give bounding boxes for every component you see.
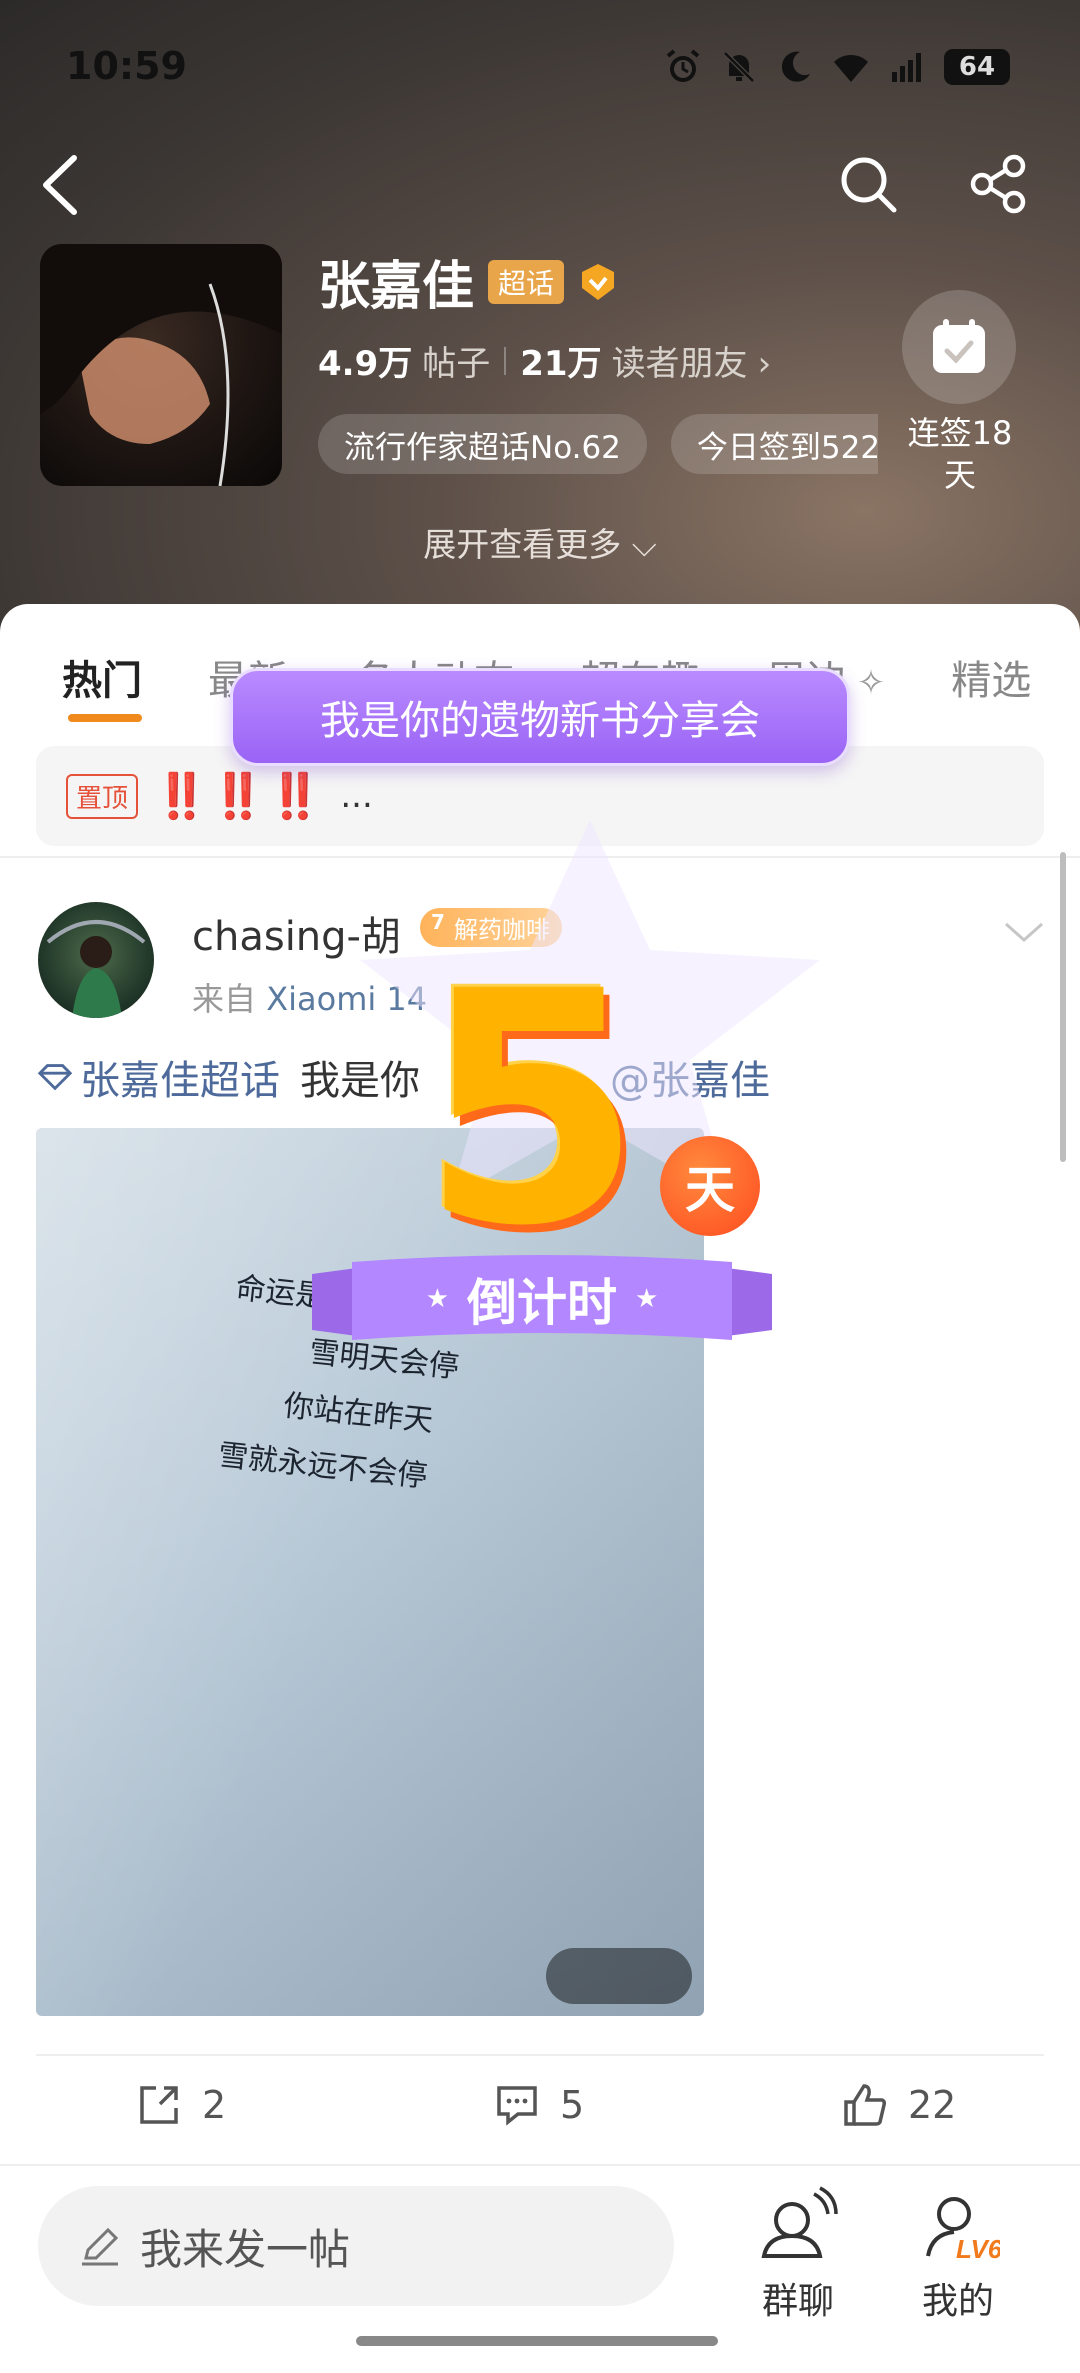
compose-placeholder: 我来发一帖 <box>140 2224 351 2274</box>
like-count: 22 <box>908 2083 957 2127</box>
stats-divider <box>504 347 507 375</box>
mine-button[interactable]: LV6 我的 <box>888 2184 1028 2324</box>
countdown-unit: 天 <box>660 1136 760 1236</box>
source-prefix: 来自 <box>192 980 257 1018</box>
tab-hot[interactable]: 热门 <box>62 648 142 728</box>
back-button[interactable] <box>36 150 86 220</box>
compose-input[interactable]: 我来发一帖 <box>38 2186 674 2306</box>
checkin-label[interactable]: 连签18天 <box>898 412 1022 496</box>
share-arrow-icon <box>140 2086 178 2124</box>
expand-more-button[interactable]: 展开查看更多 ⌵ <box>0 518 1080 566</box>
home-indicator <box>356 2336 718 2346</box>
post-actions: 2 5 22 <box>0 2082 1080 2152</box>
battery-indicator: 64 <box>944 49 1010 85</box>
page-title: 张嘉佳 <box>318 257 475 317</box>
ribbon-label: ★ 倒计时 ★ <box>312 1254 772 1344</box>
topic-link[interactable]: 张嘉佳超话 <box>36 1048 280 1106</box>
countdown-badge[interactable]: 5 天 ★ 倒计时 ★ <box>300 820 780 1360</box>
mine-label: 我的 <box>921 2281 994 2322</box>
pinned-ellipsis: ... <box>340 776 373 816</box>
level-badge: LV6 <box>956 2234 1000 2264</box>
supertopic-avatar[interactable] <box>40 244 282 486</box>
mute-bell-icon <box>720 48 758 86</box>
group-chat-icon <box>761 2186 838 2258</box>
like-button[interactable]: 22 <box>842 2082 956 2128</box>
diamond-icon <box>37 1064 73 1091</box>
chevron-right-icon: › <box>757 344 772 384</box>
divider <box>36 2054 1044 2056</box>
star-icon: ★ <box>635 1284 659 1314</box>
countdown-number: 5 <box>420 924 643 1296</box>
search-button[interactable] <box>836 152 900 216</box>
sparkle-icon: ✧ <box>846 663 886 703</box>
posts-label: 帖子 <box>422 344 491 384</box>
comment-count: 5 <box>560 2083 585 2127</box>
signal-5g-icon <box>888 48 926 86</box>
image-indicator <box>546 1948 692 2004</box>
chevron-down-icon: ⌵ <box>631 525 657 564</box>
comment-icon <box>497 2086 537 2126</box>
signin-chip[interactable]: 今日签到522 <box>670 414 878 474</box>
profile-level-icon: LV6 <box>926 2197 1000 2264</box>
repost-button[interactable]: 2 <box>136 2082 226 2128</box>
readers-count[interactable]: 21万 <box>520 336 601 385</box>
post-author-avatar[interactable] <box>38 902 154 1018</box>
repost-count: 2 <box>202 2083 227 2127</box>
rank-chips: 流行作家超话No.62 今日签到522 <box>318 414 878 474</box>
rank-chip[interactable]: 流行作家超话No.62 <box>318 414 647 474</box>
wifi-icon <box>832 48 870 86</box>
comment-button[interactable]: 5 <box>494 2082 584 2128</box>
posts-count: 4.9万 <box>318 344 413 384</box>
alarm-icon <box>664 48 702 86</box>
moon-icon <box>776 48 814 86</box>
group-chat-button[interactable]: 群聊 <box>728 2184 868 2324</box>
pinned-text: ‼️‼️‼️ <box>154 771 325 822</box>
thumb-up-icon <box>844 2084 886 2126</box>
event-banner[interactable]: 我是你的遗物新书分享会 <box>230 668 850 766</box>
pinned-badge: 置顶 <box>66 773 139 819</box>
group-chat-label: 群聊 <box>761 2281 834 2322</box>
status-bar: 10:59 64 <box>0 0 1080 140</box>
scrollbar[interactable] <box>1060 852 1066 1162</box>
pencil-icon <box>82 2227 119 2266</box>
chaohua-badge: 超话 <box>488 259 565 304</box>
topic-label: 张嘉佳超话 <box>80 1058 280 1104</box>
supertopic-header: 10:59 64 张嘉佳 超话 4.9万 帖子 21万 读者朋友 › 流行作家超… <box>0 0 1080 640</box>
calendar-check-icon <box>933 319 985 373</box>
readers-label[interactable]: 读者朋友 <box>612 336 748 385</box>
expand-label: 展开查看更多 <box>423 525 622 564</box>
post-menu-chevron-icon[interactable] <box>1000 912 1048 952</box>
stats-row: 4.9万 帖子 21万 读者朋友 › <box>318 336 771 385</box>
star-icon: ★ <box>425 1284 449 1314</box>
status-time: 10:59 <box>66 44 187 88</box>
verified-icon <box>578 262 618 302</box>
ribbon-text: 倒计时 <box>467 1274 617 1332</box>
share-button[interactable] <box>966 152 1030 216</box>
tab-featured[interactable]: 精选 <box>951 648 1031 728</box>
status-icons: 64 <box>664 48 1010 86</box>
title-row: 张嘉佳 超话 <box>318 244 618 319</box>
checkin-button[interactable] <box>902 290 1016 404</box>
